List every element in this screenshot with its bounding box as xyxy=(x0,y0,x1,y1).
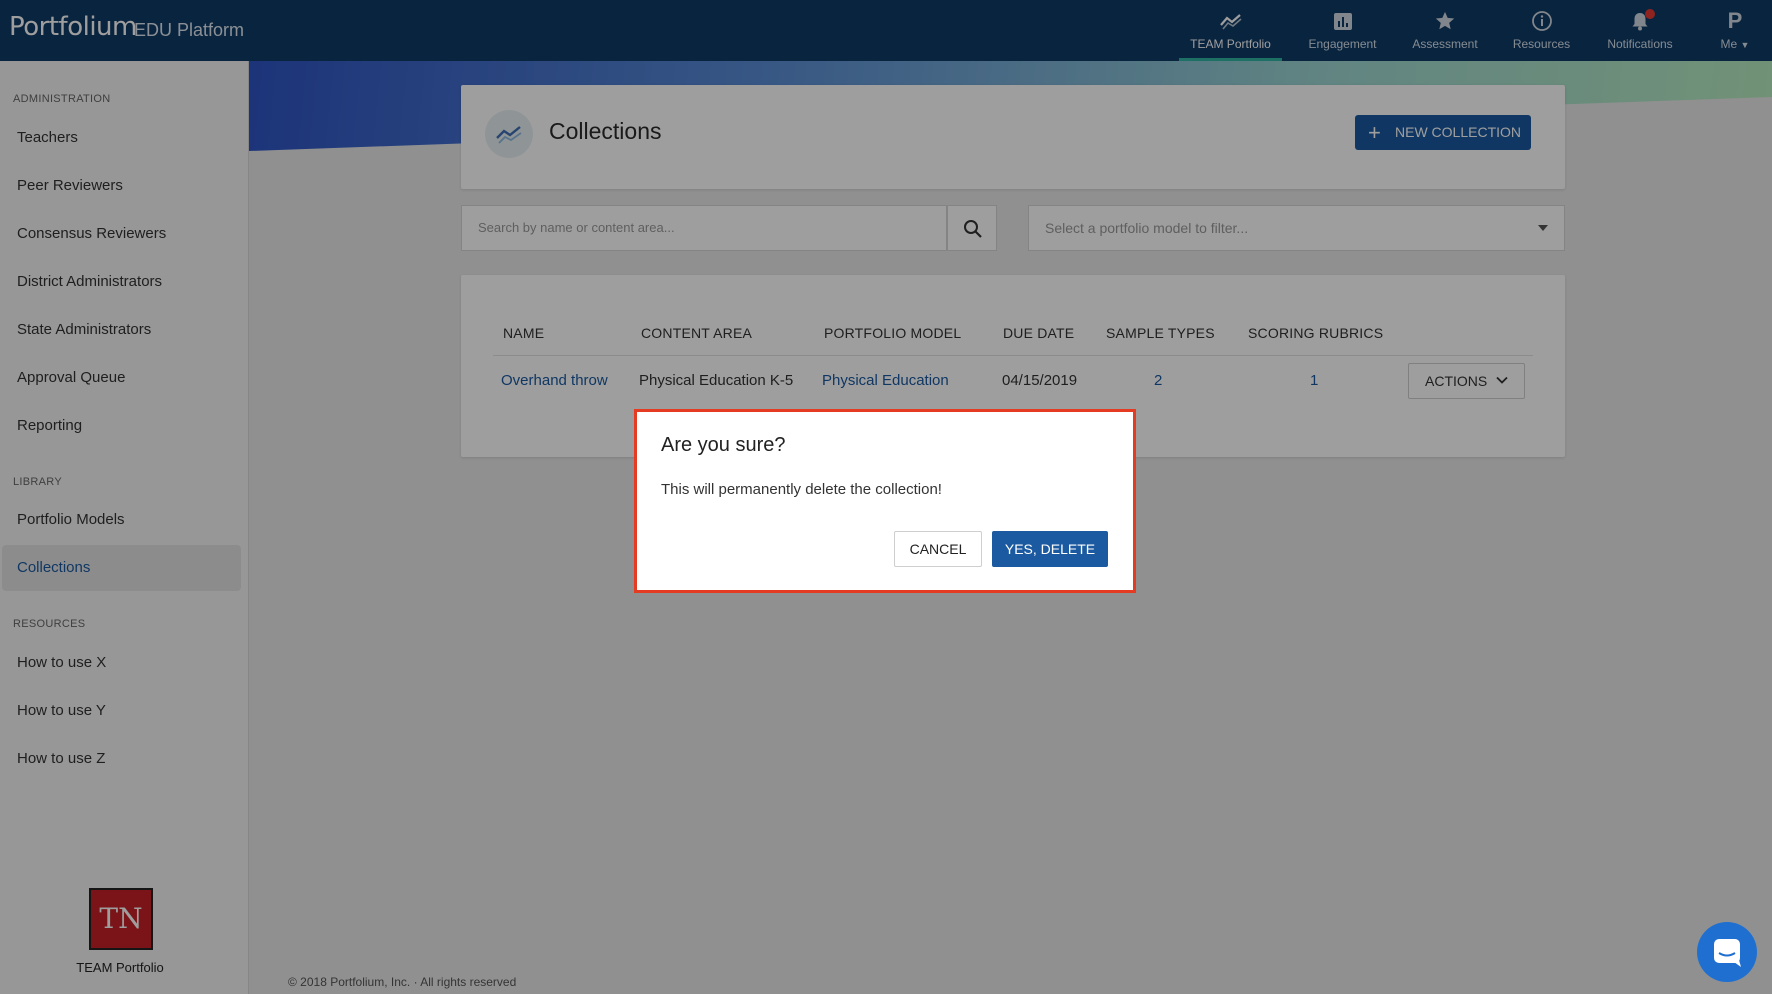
confirm-delete-dialog: Are you sure? This will permanently dele… xyxy=(634,409,1136,593)
chat-icon xyxy=(1714,939,1741,967)
yes-delete-button[interactable]: YES, DELETE xyxy=(992,531,1108,567)
dialog-message: This will permanently delete the collect… xyxy=(661,481,942,498)
dialog-title: Are you sure? xyxy=(661,434,786,456)
cancel-button[interactable]: CANCEL xyxy=(894,531,982,567)
chat-launcher-button[interactable] xyxy=(1697,922,1757,982)
